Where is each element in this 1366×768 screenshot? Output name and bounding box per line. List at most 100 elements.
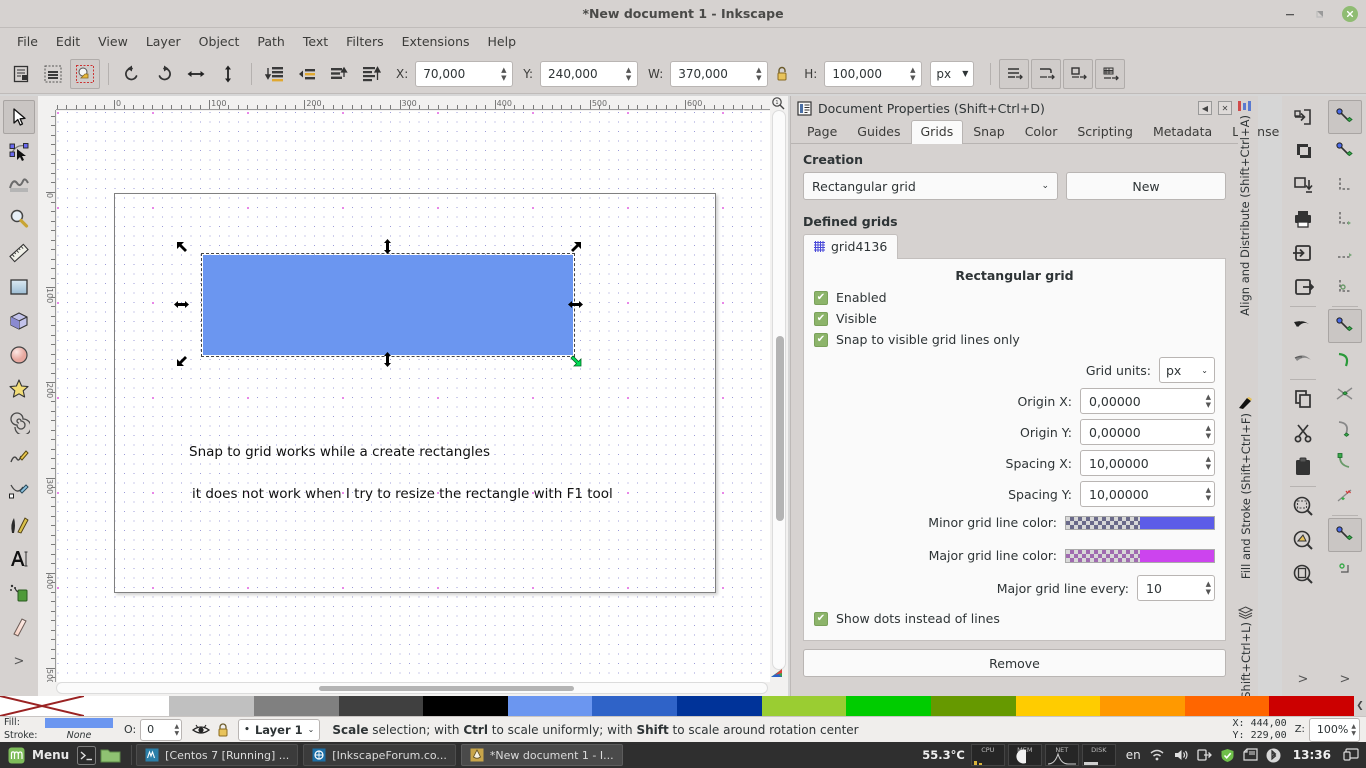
zoom-page-icon[interactable] [1286, 557, 1320, 591]
snap-others-icon[interactable] [1328, 518, 1362, 552]
origin-x-stepper[interactable]: ▲▼ [1206, 393, 1211, 409]
raise-one-step-icon[interactable] [324, 59, 354, 89]
tweak-tool[interactable] [3, 168, 35, 202]
palette-swatch[interactable] [1185, 696, 1270, 716]
palette-swatch[interactable] [423, 696, 508, 716]
bluetooth-icon[interactable] [1266, 748, 1281, 763]
copy-icon[interactable] [1286, 382, 1320, 416]
y-stepper[interactable]: ▲▼ [623, 62, 637, 86]
origin-y-spinbox[interactable]: 0,00000 ▲▼ [1080, 419, 1215, 445]
remove-grid-button[interactable]: Remove [803, 649, 1226, 677]
menu-edit[interactable]: Edit [47, 31, 89, 52]
x-stepper[interactable]: ▲▼ [498, 62, 512, 86]
spiral-tool[interactable] [3, 406, 35, 440]
start-menu-button[interactable]: Menu [0, 742, 77, 768]
fill-swatch[interactable] [45, 718, 113, 728]
flip-vertical-icon[interactable] [213, 59, 243, 89]
drawing-canvas[interactable]: Snap to grid works while a create rectan… [57, 111, 770, 682]
rectangle-tool[interactable] [3, 270, 35, 304]
cpu-monitor[interactable]: CPU [971, 744, 1005, 766]
measure-tool[interactable] [3, 236, 35, 270]
snap-path-intersection-icon[interactable] [1328, 377, 1362, 411]
memory-monitor[interactable]: MEM [1008, 744, 1042, 766]
dock-close-button[interactable]: ✕ [1218, 101, 1232, 115]
zoom-stepper[interactable]: ▲▼ [1351, 723, 1356, 737]
x-input[interactable] [416, 67, 498, 81]
layer-lock-icon[interactable] [212, 719, 234, 741]
network-monitor[interactable]: NET [1045, 744, 1079, 766]
menu-layer[interactable]: Layer [137, 31, 190, 52]
grid-tab-grid4136[interactable]: grid4136 [803, 234, 898, 259]
vtab-fill-and-stroke[interactable]: Fill and Stroke (Shift+Ctrl+F) [1238, 396, 1253, 579]
lower-to-bottom-icon[interactable] [260, 59, 290, 89]
vtab-align-and-distribute[interactable]: Align and Distribute (Shift+Ctrl+A) [1238, 100, 1252, 316]
box3d-tool[interactable] [3, 304, 35, 338]
terminal-icon[interactable] [77, 746, 96, 765]
raise-to-top-icon[interactable] [356, 59, 386, 89]
show-desktop-icon[interactable] [1343, 748, 1359, 762]
h-spinbox[interactable]: ▲▼ [824, 61, 922, 87]
w-stepper[interactable]: ▲▼ [753, 62, 767, 86]
ellipse-tool[interactable] [3, 338, 35, 372]
close-button[interactable] [1342, 6, 1358, 22]
vertical-ruler[interactable]: 0100200300400500 [38, 110, 56, 682]
y-spinbox[interactable]: ▲▼ [540, 61, 638, 87]
snap-midpoint-icon[interactable] [1328, 479, 1362, 513]
palette-swatch[interactable] [339, 696, 424, 716]
volume-icon[interactable] [1173, 748, 1189, 762]
canvas-text-line-1[interactable]: Snap to grid works while a create rectan… [189, 444, 490, 460]
tab-guides[interactable]: Guides [847, 120, 910, 143]
undo-icon[interactable] [1286, 309, 1320, 343]
menu-help[interactable]: Help [479, 31, 526, 52]
zoom-corner-icon[interactable]: 1 [770, 96, 786, 110]
taskbar-item-centos[interactable]: [Centos 7 [Running] ... [136, 744, 298, 766]
blue-rectangle-object[interactable] [203, 255, 573, 355]
vertical-scrollbar-thumb[interactable] [776, 336, 784, 521]
star-tool[interactable] [3, 372, 35, 406]
menu-filters[interactable]: Filters [337, 31, 392, 52]
palette-swatch[interactable] [592, 696, 677, 716]
paste-icon[interactable] [1286, 450, 1320, 484]
tab-page[interactable]: Page [797, 120, 847, 143]
layer-selector[interactable]: • Layer 1 ⌄ [238, 719, 320, 741]
clock[interactable]: 13:36 [1289, 748, 1335, 762]
zoom-selection-icon[interactable] [1286, 489, 1320, 523]
grid-type-select[interactable]: Rectangular grid ⌄ [803, 172, 1058, 200]
snap-bbox-icon[interactable] [1328, 134, 1362, 168]
taskbar-item-inkscapeforum[interactable]: [InkscapeForum.co... [303, 744, 456, 766]
enabled-checkbox[interactable]: ✔ [814, 291, 828, 305]
dock-collapse-button[interactable]: ◀ [1198, 101, 1212, 115]
layer-visibility-icon[interactable] [190, 719, 212, 741]
lock-aspect-ratio-icon[interactable] [770, 61, 794, 87]
taskbar-item-inkscape[interactable]: *New document 1 - I... [461, 744, 623, 766]
spacing-y-spinbox[interactable]: 10,00000 ▲▼ [1080, 481, 1215, 507]
snap-enable-icon[interactable] [1328, 100, 1362, 134]
menu-object[interactable]: Object [190, 31, 249, 52]
palette-swatch[interactable] [846, 696, 931, 716]
palette-swatch[interactable] [508, 696, 593, 716]
vertical-scrollbar[interactable] [772, 110, 786, 670]
show-dots-checkbox[interactable]: ✔ [814, 612, 828, 626]
snap-bbox-edge-mid-icon[interactable] [1328, 236, 1362, 270]
export-out-icon[interactable] [1286, 270, 1320, 304]
selector-tool[interactable] [3, 100, 35, 134]
palette-swatch[interactable] [931, 696, 1016, 716]
snap-bbox-corner-icon[interactable] [1328, 202, 1362, 236]
palette-swatch[interactable] [85, 696, 170, 716]
duplicate-icon[interactable] [1286, 134, 1320, 168]
visible-checkbox[interactable]: ✔ [814, 312, 828, 326]
rotate-ccw-icon[interactable] [117, 59, 147, 89]
snap-bbox-edge-icon[interactable] [1328, 168, 1362, 202]
menu-extensions[interactable]: Extensions [393, 31, 479, 52]
palette-swatch[interactable] [1016, 696, 1101, 716]
tab-scripting[interactable]: Scripting [1067, 120, 1143, 143]
spacing-x-spinbox[interactable]: 10,00000 ▲▼ [1080, 450, 1215, 476]
text-tool[interactable] [3, 542, 35, 576]
more-icon[interactable]: > [1328, 662, 1362, 696]
new-grid-button[interactable]: New [1066, 172, 1226, 200]
canvas-text-line-2[interactable]: it does not work when I try to resize th… [192, 486, 613, 502]
spacing-x-stepper[interactable]: ▲▼ [1206, 455, 1211, 471]
menu-view[interactable]: View [89, 31, 137, 52]
snap-nodes-icon[interactable] [1328, 309, 1362, 343]
print-icon[interactable] [1286, 202, 1320, 236]
